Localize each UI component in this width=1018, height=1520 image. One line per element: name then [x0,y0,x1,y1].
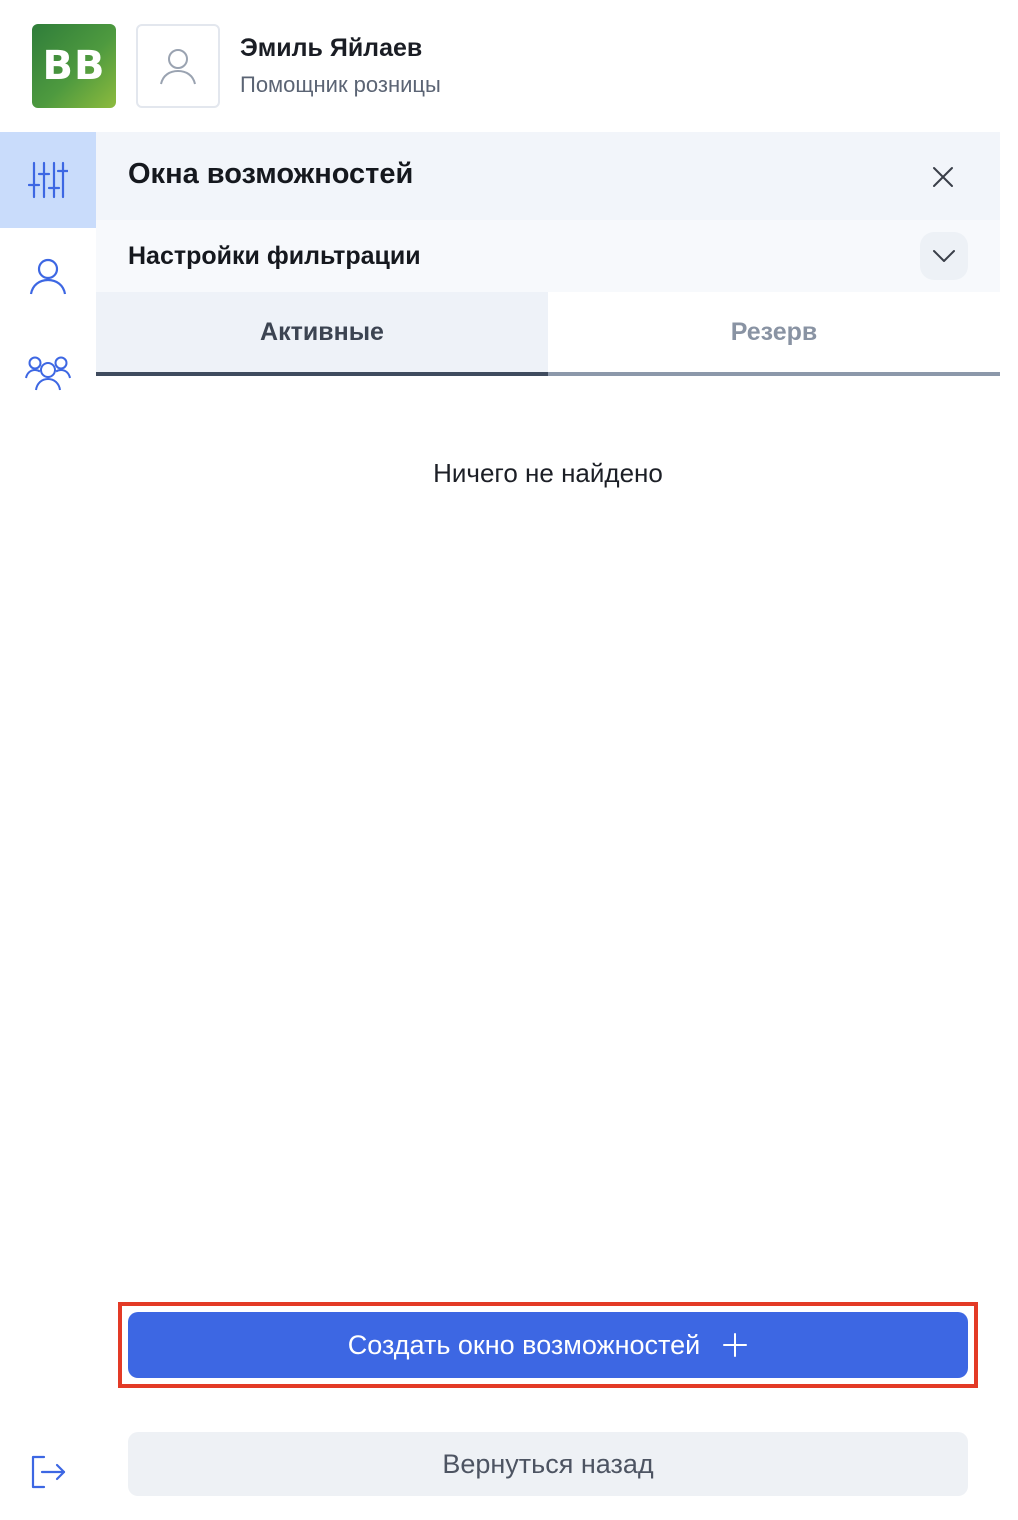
back-button[interactable]: Вернуться назад [128,1432,968,1496]
empty-state-text: Ничего не найдено [433,458,663,488]
logout-icon [31,1455,66,1489]
filter-settings-title: Настройки фильтрации [128,242,421,270]
avatar[interactable] [136,24,220,108]
tab-active[interactable]: Активные [96,292,548,376]
rail-item-filters[interactable] [0,132,96,228]
user-name: Эмиль Яйлаев [240,34,423,62]
user-role: Помощник розницы [240,72,441,97]
close-icon [933,167,953,187]
filter-settings-row[interactable]: Настройки фильтрации [96,220,1000,292]
tab-reserve[interactable]: Резерв [548,292,1000,376]
create-button-label: Создать окно возможностей [347,1329,701,1360]
filter-expand-button[interactable] [920,232,968,280]
user-icon [29,258,67,295]
create-opportunity-window-button[interactable]: Создать окно возможностей [128,1312,968,1378]
panel-edge [1000,132,1018,1520]
plus-icon [723,1333,748,1357]
app-page: BB Эмиль Яйлаев Помощник розницы Окна во… [0,0,1018,1520]
logo-text: BB [42,43,106,89]
opportunity-windows-panel: Окна возможностей Настройки фильтрации А… [96,132,1000,1408]
chevron-down-icon [933,250,955,262]
avatar-user-icon [160,49,196,85]
create-button-highlight: Создать окно возможностей [118,1302,978,1388]
rail-item-logout[interactable] [0,1424,96,1520]
footer: Вернуться назад [96,1408,1018,1520]
users-group-icon [25,356,71,391]
rail-item-profile[interactable] [0,228,96,324]
panel-header: Окна возможностей [96,132,1000,220]
panel-title: Окна возможностей [128,158,414,190]
user-header: BB Эмиль Яйлаев Помощник розницы [0,0,1018,132]
sliders-icon [28,161,68,199]
close-button[interactable] [922,156,964,198]
side-rail [0,132,96,1520]
tabs: Активные Резерв [96,292,1000,376]
brand-logo: BB [32,24,116,108]
rail-item-team[interactable] [0,324,96,420]
